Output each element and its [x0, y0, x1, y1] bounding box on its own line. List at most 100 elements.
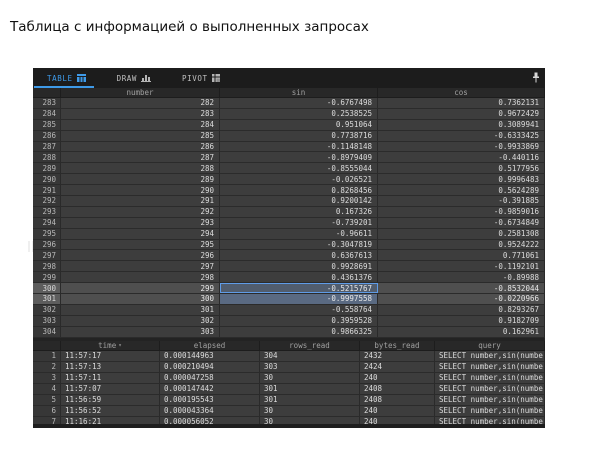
row-index[interactable]: 302: [33, 304, 61, 315]
cell-sin[interactable]: -0.026521: [220, 174, 378, 185]
cell-cos[interactable]: 0.8293267: [378, 304, 545, 315]
cell-bytes-read[interactable]: 2424: [360, 361, 435, 372]
cell-bytes-read[interactable]: 2408: [360, 394, 435, 405]
cell-sin[interactable]: -0.5215767: [220, 283, 378, 294]
cell-time[interactable]: 11:56:59: [61, 394, 160, 405]
cell-rows-read[interactable]: 301: [260, 383, 360, 394]
cell-query[interactable]: SELECT number,sin(number): [435, 350, 545, 361]
cell-sin[interactable]: 0.9928691: [220, 261, 378, 272]
cell-sin[interactable]: 0.8268456: [220, 185, 378, 196]
cell-number[interactable]: 288: [61, 163, 220, 174]
cell-elapsed[interactable]: 0.000195543: [160, 394, 260, 405]
row-index[interactable]: 289: [33, 163, 61, 174]
cell-time[interactable]: 11:57:17: [61, 350, 160, 361]
row-index[interactable]: 294: [33, 217, 61, 228]
cell-sin[interactable]: -0.8555044: [220, 163, 378, 174]
cell-number[interactable]: 301: [61, 304, 220, 315]
cell-bytes-read[interactable]: 240: [360, 372, 435, 383]
row-index[interactable]: 299: [33, 272, 61, 283]
cell-bytes-read[interactable]: 240: [360, 405, 435, 416]
cell-number[interactable]: 300: [61, 294, 220, 304]
cell-number[interactable]: 299: [61, 283, 220, 294]
cell-sin[interactable]: 0.3959528: [220, 315, 378, 326]
row-index[interactable]: 303: [33, 315, 61, 326]
cell-cos[interactable]: -0.8532044: [378, 283, 545, 294]
cell-cos[interactable]: 0.9672429: [378, 108, 545, 119]
cell-query[interactable]: SELECT number,sin(number): [435, 361, 545, 372]
cell-cos[interactable]: 0.9182709: [378, 315, 545, 326]
cell-time[interactable]: 11:56:52: [61, 405, 160, 416]
cell-rows-read[interactable]: 30: [260, 405, 360, 416]
cell-number[interactable]: 298: [61, 272, 220, 283]
cell-cos[interactable]: -0.440116: [378, 152, 545, 163]
pin-icon[interactable]: [532, 72, 540, 83]
cell-cos[interactable]: -0.9933869: [378, 141, 545, 152]
cell-sin[interactable]: -0.1148148: [220, 141, 378, 152]
cell-sin[interactable]: 0.7738716: [220, 130, 378, 141]
cell-sin[interactable]: -0.3047819: [220, 239, 378, 250]
column-header-elapsed[interactable]: elapsed: [160, 340, 260, 351]
cell-sin[interactable]: -0.558764: [220, 304, 378, 315]
cell-elapsed[interactable]: 0.000210494: [160, 361, 260, 372]
cell-rows-read[interactable]: 304: [260, 350, 360, 361]
cell-sin[interactable]: 0.9200142: [220, 196, 378, 206]
row-index[interactable]: 288: [33, 152, 61, 163]
cell-sin[interactable]: 0.4361376: [220, 272, 378, 283]
column-header-sin[interactable]: sin: [220, 88, 378, 98]
cell-rows-read[interactable]: 30: [260, 372, 360, 383]
column-header-bytes-read[interactable]: bytes_read: [360, 340, 435, 351]
row-index[interactable]: 301: [33, 294, 61, 304]
scroll-indicator[interactable]: [28, 241, 33, 252]
cell-number[interactable]: 289: [61, 174, 220, 185]
cell-cos[interactable]: -0.1192101: [378, 261, 545, 272]
cell-cos[interactable]: 0.771061: [378, 250, 545, 261]
row-index[interactable]: 287: [33, 141, 61, 152]
cell-bytes-read[interactable]: 2432: [360, 350, 435, 361]
row-index[interactable]: 5: [33, 394, 61, 405]
cell-query[interactable]: SELECT number,sin(number): [435, 394, 545, 405]
cell-number[interactable]: 287: [61, 152, 220, 163]
cell-time[interactable]: 11:57:13: [61, 361, 160, 372]
row-index[interactable]: 293: [33, 206, 61, 217]
cell-sin[interactable]: -0.6767498: [220, 98, 378, 108]
column-header-number[interactable]: number: [61, 88, 220, 98]
cell-cos[interactable]: -0.9859016: [378, 206, 545, 217]
row-index[interactable]: 4: [33, 383, 61, 394]
row-index[interactable]: 285: [33, 119, 61, 130]
cell-sin[interactable]: -0.96611: [220, 228, 378, 239]
cell-bytes-read[interactable]: 2408: [360, 383, 435, 394]
cell-elapsed[interactable]: 0.000144963: [160, 350, 260, 361]
tab-table[interactable]: TABLE: [47, 74, 86, 83]
cell-rows-read[interactable]: 301: [260, 394, 360, 405]
row-index[interactable]: 292: [33, 196, 61, 206]
row-index[interactable]: 286: [33, 130, 61, 141]
cell-time[interactable]: 11:57:11: [61, 372, 160, 383]
row-index[interactable]: 297: [33, 250, 61, 261]
cell-sin[interactable]: 0.167326: [220, 206, 378, 217]
cell-cos[interactable]: 0.162961: [378, 326, 545, 337]
cell-number[interactable]: 302: [61, 315, 220, 326]
column-header-time[interactable]: time ▾: [61, 340, 160, 351]
cell-cos[interactable]: -0.6333425: [378, 130, 545, 141]
cell-sin[interactable]: 0.6367613: [220, 250, 378, 261]
cell-number[interactable]: 303: [61, 326, 220, 337]
cell-cos[interactable]: 0.5624289: [378, 185, 545, 196]
row-index[interactable]: 284: [33, 108, 61, 119]
cell-cos[interactable]: 0.9524222: [378, 239, 545, 250]
cell-number[interactable]: 296: [61, 250, 220, 261]
cell-number[interactable]: 290: [61, 185, 220, 196]
column-header-rows-read[interactable]: rows_read: [260, 340, 360, 351]
row-index[interactable]: 6: [33, 405, 61, 416]
cell-sin[interactable]: 0.2538525: [220, 108, 378, 119]
row-index[interactable]: 291: [33, 185, 61, 196]
cell-query[interactable]: SELECT number,sin(number): [435, 405, 545, 416]
cell-query[interactable]: SELECT number,sin(number): [435, 372, 545, 383]
column-header-query[interactable]: query: [435, 340, 545, 351]
cell-cos[interactable]: -0.391885: [378, 196, 545, 206]
cell-elapsed[interactable]: 0.000047258: [160, 372, 260, 383]
cell-sin[interactable]: -0.8979409: [220, 152, 378, 163]
cell-number[interactable]: 295: [61, 239, 220, 250]
row-index[interactable]: 300: [33, 283, 61, 294]
row-index[interactable]: 296: [33, 239, 61, 250]
cell-number[interactable]: 292: [61, 206, 220, 217]
